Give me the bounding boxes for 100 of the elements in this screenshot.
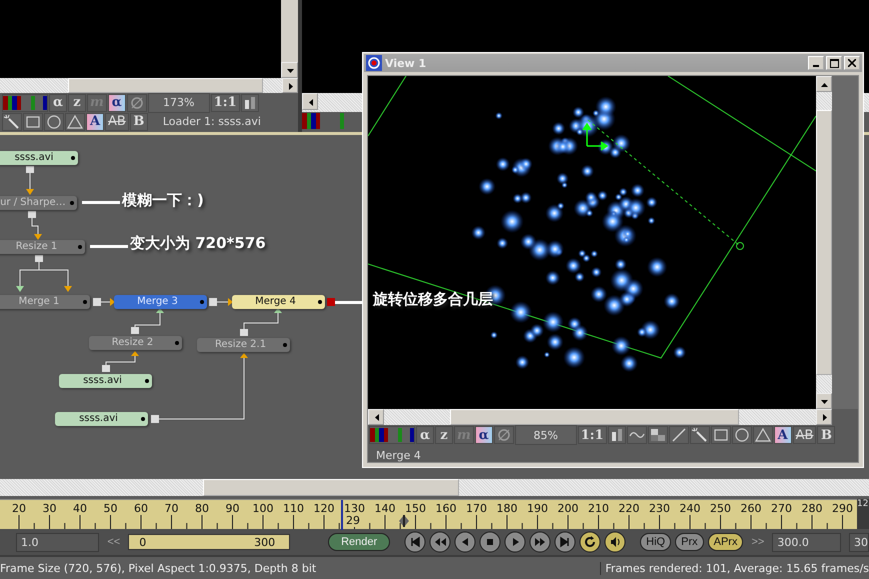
toolbar-button[interactable]: 1:1	[578, 426, 607, 444]
horizontal-scrollbar[interactable]	[0, 78, 298, 93]
ruler-label: 80	[195, 502, 209, 515]
vertical-scrollbar[interactable]	[816, 76, 832, 409]
range-back-button[interactable]: <<	[107, 536, 120, 548]
gradient-icon[interactable]	[240, 94, 259, 112]
ruler-label: 270	[771, 502, 792, 515]
flow-node[interactable]: Merge 1	[0, 295, 90, 309]
annotation-text: 变大小为 720*576	[130, 234, 266, 253]
flow-node[interactable]: Merge 4	[232, 295, 325, 309]
magic-wand-icon[interactable]	[2, 112, 22, 130]
stop-button[interactable]	[479, 531, 502, 553]
render-button[interactable]: Render	[328, 533, 390, 551]
triangle-tool-icon[interactable]	[65, 112, 85, 130]
ruler-label: 280	[802, 502, 822, 515]
close-button[interactable]	[844, 56, 860, 70]
toolbar-button[interactable]: z	[68, 94, 86, 112]
maximize-icon[interactable]	[830, 58, 838, 68]
horizontal-scrollbar[interactable]	[368, 409, 832, 425]
color-channels-icon[interactable]	[2, 94, 48, 112]
flow-node[interactable]: ssss.avi	[0, 151, 78, 165]
toolbar-button[interactable]: z	[435, 426, 453, 444]
zoom-level: 85%	[514, 425, 577, 445]
circle-tool-icon[interactable]	[732, 426, 752, 444]
rewind-button[interactable]	[429, 531, 452, 553]
ruler-label: 180	[496, 502, 518, 515]
app-icon	[366, 55, 382, 71]
toolbar-button[interactable]: AB	[105, 112, 129, 130]
flow-node[interactable]: Resize 1	[0, 240, 85, 254]
ruler-label: 290	[832, 502, 853, 515]
start-time-field[interactable]: 1.0	[16, 532, 100, 552]
ring-icon[interactable]	[494, 426, 514, 444]
ring-icon[interactable]	[126, 94, 147, 112]
ruler-label: 150	[405, 502, 426, 515]
toolbar-button[interactable]: α	[108, 94, 126, 112]
forward-button[interactable]	[529, 531, 552, 553]
toolbar-button[interactable]: B	[817, 426, 836, 444]
curve-icon[interactable]	[626, 426, 647, 444]
toolbar-button[interactable]: A	[774, 426, 792, 444]
ruler-label: 190	[527, 502, 548, 515]
maximize-button[interactable]	[826, 56, 842, 70]
flow-node[interactable]: Merge 3	[114, 295, 207, 309]
current-frame: 29	[346, 514, 360, 527]
flow-node[interactable]: ssss.avi	[55, 412, 148, 426]
last-button[interactable]	[554, 531, 576, 553]
ruler-label: 100	[252, 502, 274, 515]
ruler-label: 20	[12, 502, 26, 515]
rectangle-tool-icon[interactable]	[23, 112, 43, 130]
keyframe-marker-icon[interactable]	[399, 515, 409, 527]
toolbar-button[interactable]: AB	[792, 426, 816, 444]
ruler-label: 260	[740, 502, 762, 515]
flow-node[interactable]: Resize 2.1	[197, 338, 290, 352]
time-cursor[interactable]	[341, 500, 344, 530]
gradient-icon[interactable]	[608, 426, 626, 444]
rectangle-tool-icon[interactable]	[710, 426, 731, 444]
magic-wand-icon[interactable]	[690, 426, 710, 444]
window-title: View 1	[385, 56, 428, 70]
toolbar-button[interactable]: α	[474, 426, 493, 444]
quality-button[interactable]: APrx	[708, 533, 744, 551]
loop-button[interactable]	[579, 531, 602, 553]
status-text: Frame Size (720, 576), Pixel Aspect 1:0.9375, Depth 8 bit	[0, 562, 316, 574]
color-channels-icon[interactable]	[369, 426, 415, 444]
range-end: 300	[254, 536, 276, 548]
toolbar-button[interactable]: α	[49, 94, 67, 112]
vertical-scrollbar[interactable]	[281, 0, 298, 78]
time-field[interactable]: 30	[849, 532, 869, 552]
quality-button[interactable]: Prx	[675, 533, 704, 551]
sound-button[interactable]	[604, 531, 626, 553]
triangle-tool-icon[interactable]	[752, 426, 773, 444]
close-icon[interactable]	[848, 59, 856, 67]
ruler-label: 170	[466, 502, 487, 515]
leader-line	[90, 245, 128, 249]
ruler-label: 230	[649, 502, 670, 515]
play-button[interactable]	[504, 531, 526, 553]
quality-button[interactable]: HiQ	[640, 533, 672, 551]
ruler-label: 40	[73, 502, 87, 515]
ruler-label: 160	[436, 502, 456, 515]
ruler-label: 210	[588, 502, 609, 515]
flow-node[interactable]: ssss.avi	[59, 374, 152, 388]
checker-icon[interactable]	[648, 426, 668, 444]
flow-node[interactable]: lur / Sharpe…	[0, 196, 77, 210]
line-tool-icon[interactable]	[668, 426, 689, 444]
toolbar-button[interactable]: α	[416, 426, 434, 444]
ruler-label: 90	[226, 502, 240, 515]
back-button[interactable]	[454, 531, 476, 553]
ruler-label: 120	[314, 502, 334, 515]
ruler-label: 200	[558, 502, 578, 515]
first-button[interactable]	[404, 531, 426, 553]
circle-tool-icon[interactable]	[44, 112, 64, 130]
horizontal-scrollbar[interactable]	[0, 479, 869, 496]
zoom-level: 173%	[148, 92, 210, 112]
frame-range-bar[interactable]: 0 300	[128, 534, 290, 550]
timeline-ruler[interactable]: 20 30 40 50 60 70 80 90 100 110 120 130 140 150 160 170 180 190 200 210 220 230 240 250 260 270 280 290 29	[0, 499, 857, 529]
toolbar-button[interactable]: A	[86, 112, 104, 130]
range-forward-button[interactable]: >>	[751, 536, 764, 548]
end-time-field[interactable]: 300.0	[772, 532, 841, 552]
minimize-button[interactable]	[808, 56, 824, 70]
toolbar-button[interactable]: B	[130, 112, 148, 130]
toolbar-button[interactable]: 1:1	[210, 94, 240, 112]
flow-node[interactable]: Resize 2	[89, 336, 182, 350]
